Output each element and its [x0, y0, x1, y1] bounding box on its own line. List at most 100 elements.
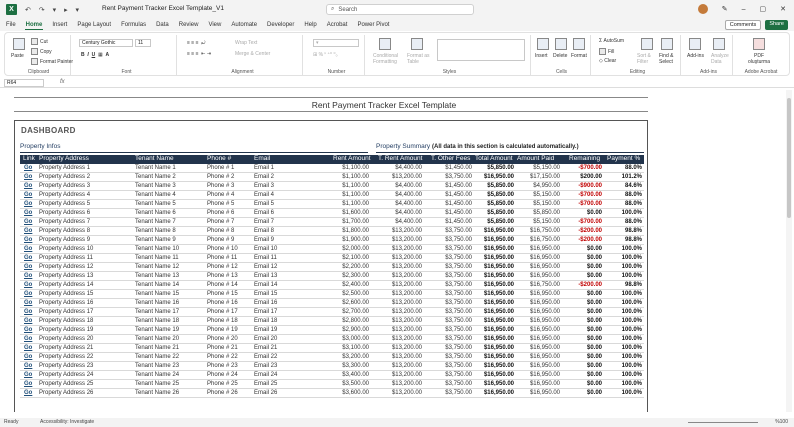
insert-cells-button[interactable]: Insert [535, 53, 548, 59]
fill-button[interactable]: Fill [599, 48, 614, 55]
link-cell[interactable]: Go [24, 236, 38, 245]
link-cell[interactable]: Go [24, 299, 38, 308]
link-cell[interactable]: Go [24, 308, 38, 317]
tab-file[interactable]: File [5, 21, 17, 29]
link-cell[interactable]: Go [24, 371, 38, 380]
paste-button[interactable]: Paste [11, 53, 24, 59]
scrollbar-thumb[interactable] [787, 98, 791, 218]
conditional-formatting-icon[interactable] [379, 38, 391, 50]
name-box[interactable]: R64 [4, 79, 44, 87]
format-painter-button[interactable]: Format Painter [31, 58, 73, 65]
link-cell[interactable]: Go [24, 317, 38, 326]
create-pdf-button[interactable]: PDF oluşturma [743, 53, 775, 65]
accessibility-status[interactable]: Accessibility: Investigate [40, 419, 94, 425]
link-cell[interactable]: Go [24, 164, 38, 173]
header-property-address[interactable]: Property Address [39, 155, 89, 164]
header-link[interactable]: Link [23, 155, 35, 164]
format-as-table-button[interactable]: Format as Table [407, 53, 431, 65]
format-cells-icon[interactable] [573, 38, 585, 50]
zoom-slider[interactable] [688, 422, 758, 423]
header-remaining[interactable]: Remaining [569, 155, 600, 164]
link-cell[interactable]: Go [24, 227, 38, 236]
tab-automate[interactable]: Automate [230, 21, 258, 29]
merge-center-button[interactable]: Merge & Center [235, 51, 270, 57]
link-cell[interactable]: Go [24, 263, 38, 272]
format-cells-button[interactable]: Format [571, 53, 587, 59]
header-total-amount[interactable]: Total Amount [475, 155, 513, 164]
worksheet[interactable]: Rent Payment Tracker Excel Template DASH… [4, 90, 784, 412]
font-name-select[interactable]: Century Gothic [79, 39, 133, 47]
link-cell[interactable]: Go [24, 353, 38, 362]
cell-styles-gallery[interactable] [437, 39, 525, 61]
quick-access-toolbar[interactable]: ↶ ↷ ▾ ▸ ▾ [25, 6, 82, 14]
autosum-button[interactable]: Σ AutoSum [599, 38, 624, 44]
document-title[interactable]: Rent Payment Tracker Excel Template_V1 [102, 5, 224, 12]
link-cell[interactable]: Go [24, 326, 38, 335]
link-cell[interactable]: Go [24, 290, 38, 299]
link-cell[interactable]: Go [24, 245, 38, 254]
header-t-other-fees[interactable]: T. Other Fees [431, 155, 470, 164]
tab-review[interactable]: Review [178, 21, 200, 29]
link-cell[interactable]: Go [24, 389, 38, 398]
conditional-formatting-button[interactable]: Conditional Formatting [373, 53, 405, 65]
link-cell[interactable]: Go [24, 200, 38, 209]
link-cell[interactable]: Go [24, 272, 38, 281]
font-size-select[interactable]: 11 [135, 39, 151, 47]
currency-icon[interactable]: ⊞ % ❜ ⁺⁰ ⁰₀ [313, 52, 338, 58]
tab-page-layout[interactable]: Page Layout [76, 21, 112, 29]
wrap-text-button[interactable]: Wrap Text [235, 40, 257, 46]
clear-button[interactable]: ◇ Clear [599, 58, 616, 64]
insert-cells-icon[interactable] [537, 38, 549, 50]
find-select-button[interactable]: Find & Select [659, 53, 679, 65]
align-left-icon[interactable]: ≡ ≡ ≡ ⇤ ⇥ [187, 51, 211, 57]
vertical-scrollbar[interactable] [786, 90, 792, 412]
header-phone[interactable]: Phone # [207, 155, 231, 164]
addins-icon[interactable] [689, 38, 701, 50]
link-cell[interactable]: Go [24, 191, 38, 200]
link-cell[interactable]: Go [24, 218, 38, 227]
tab-insert[interactable]: Insert [51, 21, 68, 29]
header-rent-amount[interactable]: Rent Amount [333, 155, 371, 164]
cut-button[interactable]: Cut [31, 38, 48, 45]
delete-cells-button[interactable]: Delete [553, 53, 567, 59]
number-format-select[interactable]: ▾ [313, 39, 359, 47]
tab-power-pivot[interactable]: Power Pivot [356, 21, 390, 29]
tab-developer[interactable]: Developer [266, 21, 295, 29]
tab-formulas[interactable]: Formulas [120, 21, 147, 29]
link-cell[interactable]: Go [24, 173, 38, 182]
header-t-rent-amount[interactable]: T. Rent Amount [378, 155, 422, 164]
share-button[interactable]: Share [765, 20, 788, 30]
comments-button[interactable]: Comments [724, 20, 762, 30]
minimize-icon[interactable]: – [742, 6, 746, 13]
tab-help[interactable]: Help [303, 21, 317, 29]
coauthor-avatar[interactable] [697, 4, 708, 14]
find-select-icon[interactable] [661, 38, 673, 50]
tab-home[interactable]: Home [24, 21, 44, 30]
link-cell[interactable]: Go [24, 182, 38, 191]
tab-acrobat[interactable]: Acrobat [326, 21, 349, 29]
addins-button[interactable]: Add-ins [687, 53, 704, 59]
maximize-icon[interactable]: ▢ [760, 5, 767, 13]
pdf-icon[interactable] [753, 38, 765, 50]
link-cell[interactable]: Go [24, 344, 38, 353]
close-icon[interactable]: ✕ [780, 5, 786, 13]
paste-icon[interactable] [13, 38, 25, 50]
analyze-data-button[interactable]: Analyze Data [711, 53, 731, 65]
tab-data[interactable]: Data [155, 21, 170, 29]
align-top-icon[interactable]: ≡ ≡ ≡ ⤾ [187, 40, 205, 46]
search-box[interactable]: ⌕ Search [326, 4, 474, 15]
link-cell[interactable]: Go [24, 335, 38, 344]
format-as-table-icon[interactable] [411, 38, 423, 50]
sort-filter-button[interactable]: Sort & Filter [637, 53, 657, 65]
header-payment-pct[interactable]: Payment % [607, 155, 640, 164]
analyze-data-icon[interactable] [713, 38, 725, 50]
fx-icon[interactable]: fx [60, 79, 65, 85]
sort-filter-icon[interactable] [641, 38, 653, 50]
zoom-level[interactable]: %100 [775, 419, 788, 425]
header-email[interactable]: Email [254, 155, 270, 164]
bold-icon[interactable]: B I U ▦ A [81, 52, 109, 58]
link-cell[interactable]: Go [24, 362, 38, 371]
link-cell[interactable]: Go [24, 380, 38, 389]
link-cell[interactable]: Go [24, 254, 38, 263]
copy-button[interactable]: Copy [31, 48, 52, 55]
